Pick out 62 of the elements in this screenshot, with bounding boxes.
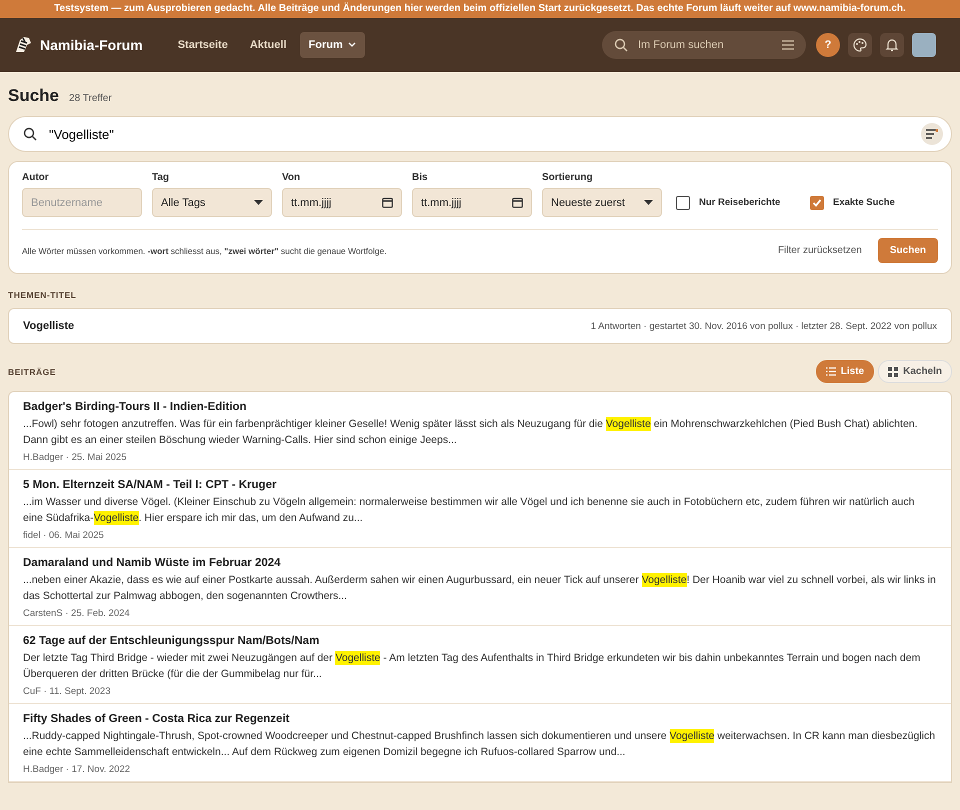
- result-count: 28 Treffer: [69, 93, 112, 104]
- post-excerpt: ...Fowl) sehr fotogen anzutreffen. Was für ein farbenprächtiger kleiner Geselle! Wenig später lässt sich als Neuzugang für die Vogelliste ein Mohrenschwarzkehlchen (Pied Bush Chat) ablichten. Dann gibt es an einer steilen Böschung wieder Warning-Calls. Hier sind schon einige Jeeps...: [23, 417, 919, 448]
- field-label: Bis: [412, 172, 429, 183]
- avatar[interactable]: [912, 33, 936, 57]
- field-label: Von: [282, 172, 302, 183]
- post-meta: H.Badger · 17. Nov. 2022: [23, 764, 130, 775]
- field-label: Tag: [152, 172, 170, 183]
- test-banner: Testsystem — zum Ausprobieren gedacht. Alle Beiträge und Änderungen hier werden beim offiziellen Start zurückgesetzt. Das echte Forum läuft weiter auf www.namibia-forum.ch.: [0, 0, 960, 18]
- reset-filters-link[interactable]: Filter zurücksetzen: [778, 245, 862, 256]
- dropdown[interactable]: Alle Tags: [152, 188, 272, 217]
- field-label: Autor: [22, 172, 50, 183]
- caret-icon: [644, 200, 653, 205]
- caret-icon: [254, 200, 263, 205]
- post-title[interactable]: Damaraland und Namib Wüste im Februar 2024: [23, 557, 281, 569]
- post-title[interactable]: Fifty Shades of Green - Costa Rica zur Regenzeit: [23, 713, 290, 725]
- date-input[interactable]: tt.mm.jjjj: [412, 188, 532, 217]
- search-icon: [23, 127, 37, 141]
- search-hint: Alle Wörter müssen vorkommen. -wort schliesst aus, "zwei wörter" sucht die genaue Wortfolge.: [22, 246, 387, 256]
- palette-button[interactable]: [848, 33, 872, 57]
- palette-icon: [853, 38, 867, 52]
- author-input[interactable]: Benutzername: [22, 188, 142, 217]
- nav-link[interactable]: Forum: [300, 32, 365, 58]
- list-icon: [826, 367, 836, 376]
- topic-title: Vogelliste: [23, 320, 74, 332]
- post-title[interactable]: 5 Mon. Elternzeit SA/NAM - Teil I: CPT - Kruger: [23, 479, 276, 491]
- post-excerpt: Der letzte Tag Third Bridge - wieder mit zwei Neuzugängen auf der Vogelliste - Am letzten Tag des Aufenthalts in Third Bridge erkundeten wir bis dahin unbekanntes Terrain und bogen nach dem Überqueren der dritten Brücke (für die der Gummibelag nur für...: [23, 651, 922, 682]
- checkbox-label: Nur Reiseberichte: [699, 197, 780, 208]
- post-excerpt: ...neben einer Akazie, dass es wie auf einer Postkarte aussah. Außerderm sahen wir einen Augurbussard, ein neuer Tick auf unserer Vogelliste! Der Hoanib war viel zu schnell vorbei, als wir links in das Schottertal zur Palmwag abbogen, den sogenannten Crowthers...: [23, 573, 937, 604]
- section-heading: BEITRÄGE: [8, 366, 56, 376]
- checkbox-label: Exakte Suche: [833, 197, 895, 208]
- post-meta: CarstenS · 25. Feb. 2024: [23, 608, 130, 619]
- nav-link[interactable]: Aktuell: [240, 32, 296, 58]
- forum-logo[interactable]: Namibia-Forum: [40, 37, 143, 53]
- view-toggle[interactable]: Kacheln: [878, 360, 952, 383]
- forum-search-field[interactable]: Im Forum suchen: [602, 31, 806, 59]
- date-input[interactable]: tt.mm.jjjj: [282, 188, 402, 217]
- filter-toggle-button[interactable]: [921, 123, 943, 145]
- page-title: Suche: [8, 86, 60, 106]
- bell-icon: [885, 38, 899, 52]
- calendar-icon: [382, 197, 393, 208]
- post-title[interactable]: Badger's Birding-Tours II - Indien-Edition: [23, 401, 247, 413]
- menu-icon[interactable]: [782, 40, 794, 50]
- calendar-icon: [512, 197, 523, 208]
- search-icon: [614, 38, 628, 52]
- post-meta: fidel · 06. Mai 2025: [23, 530, 104, 541]
- chevron-down-icon: [348, 42, 356, 48]
- checkbox[interactable]: [676, 196, 690, 210]
- section-heading: THEMEN-TITEL: [8, 290, 78, 300]
- topic-meta: 1 Antworten · gestartet 30. Nov. 2016 von pollux · letzter 28. Sept. 2022 von pollux: [590, 320, 937, 332]
- grid-icon: [888, 366, 898, 376]
- post-meta: H.Badger · 25. Mai 2025: [23, 452, 127, 463]
- checkbox[interactable]: [810, 196, 824, 210]
- topic-result[interactable]: Vogelliste 1 Antworten · gestartet 30. Nov. 2016 von pollux · letzter 28. Sept. 2022 von pollux: [8, 308, 952, 344]
- field-label: Sortierung: [542, 172, 594, 183]
- search-query-field[interactable]: "Vogelliste": [8, 116, 952, 152]
- post-meta: CuF · 11. Sept. 2023: [23, 686, 110, 697]
- dropdown[interactable]: Neueste zuerst: [542, 188, 662, 217]
- post-title[interactable]: 62 Tage auf der Entschleunigungsspur Nam/Bots/Nam: [23, 635, 320, 647]
- forum-search-input[interactable]: Im Forum suchen: [636, 38, 774, 52]
- nav-link[interactable]: Startseite: [168, 32, 237, 58]
- filter-icon: [926, 129, 938, 139]
- notification-button[interactable]: [880, 33, 904, 57]
